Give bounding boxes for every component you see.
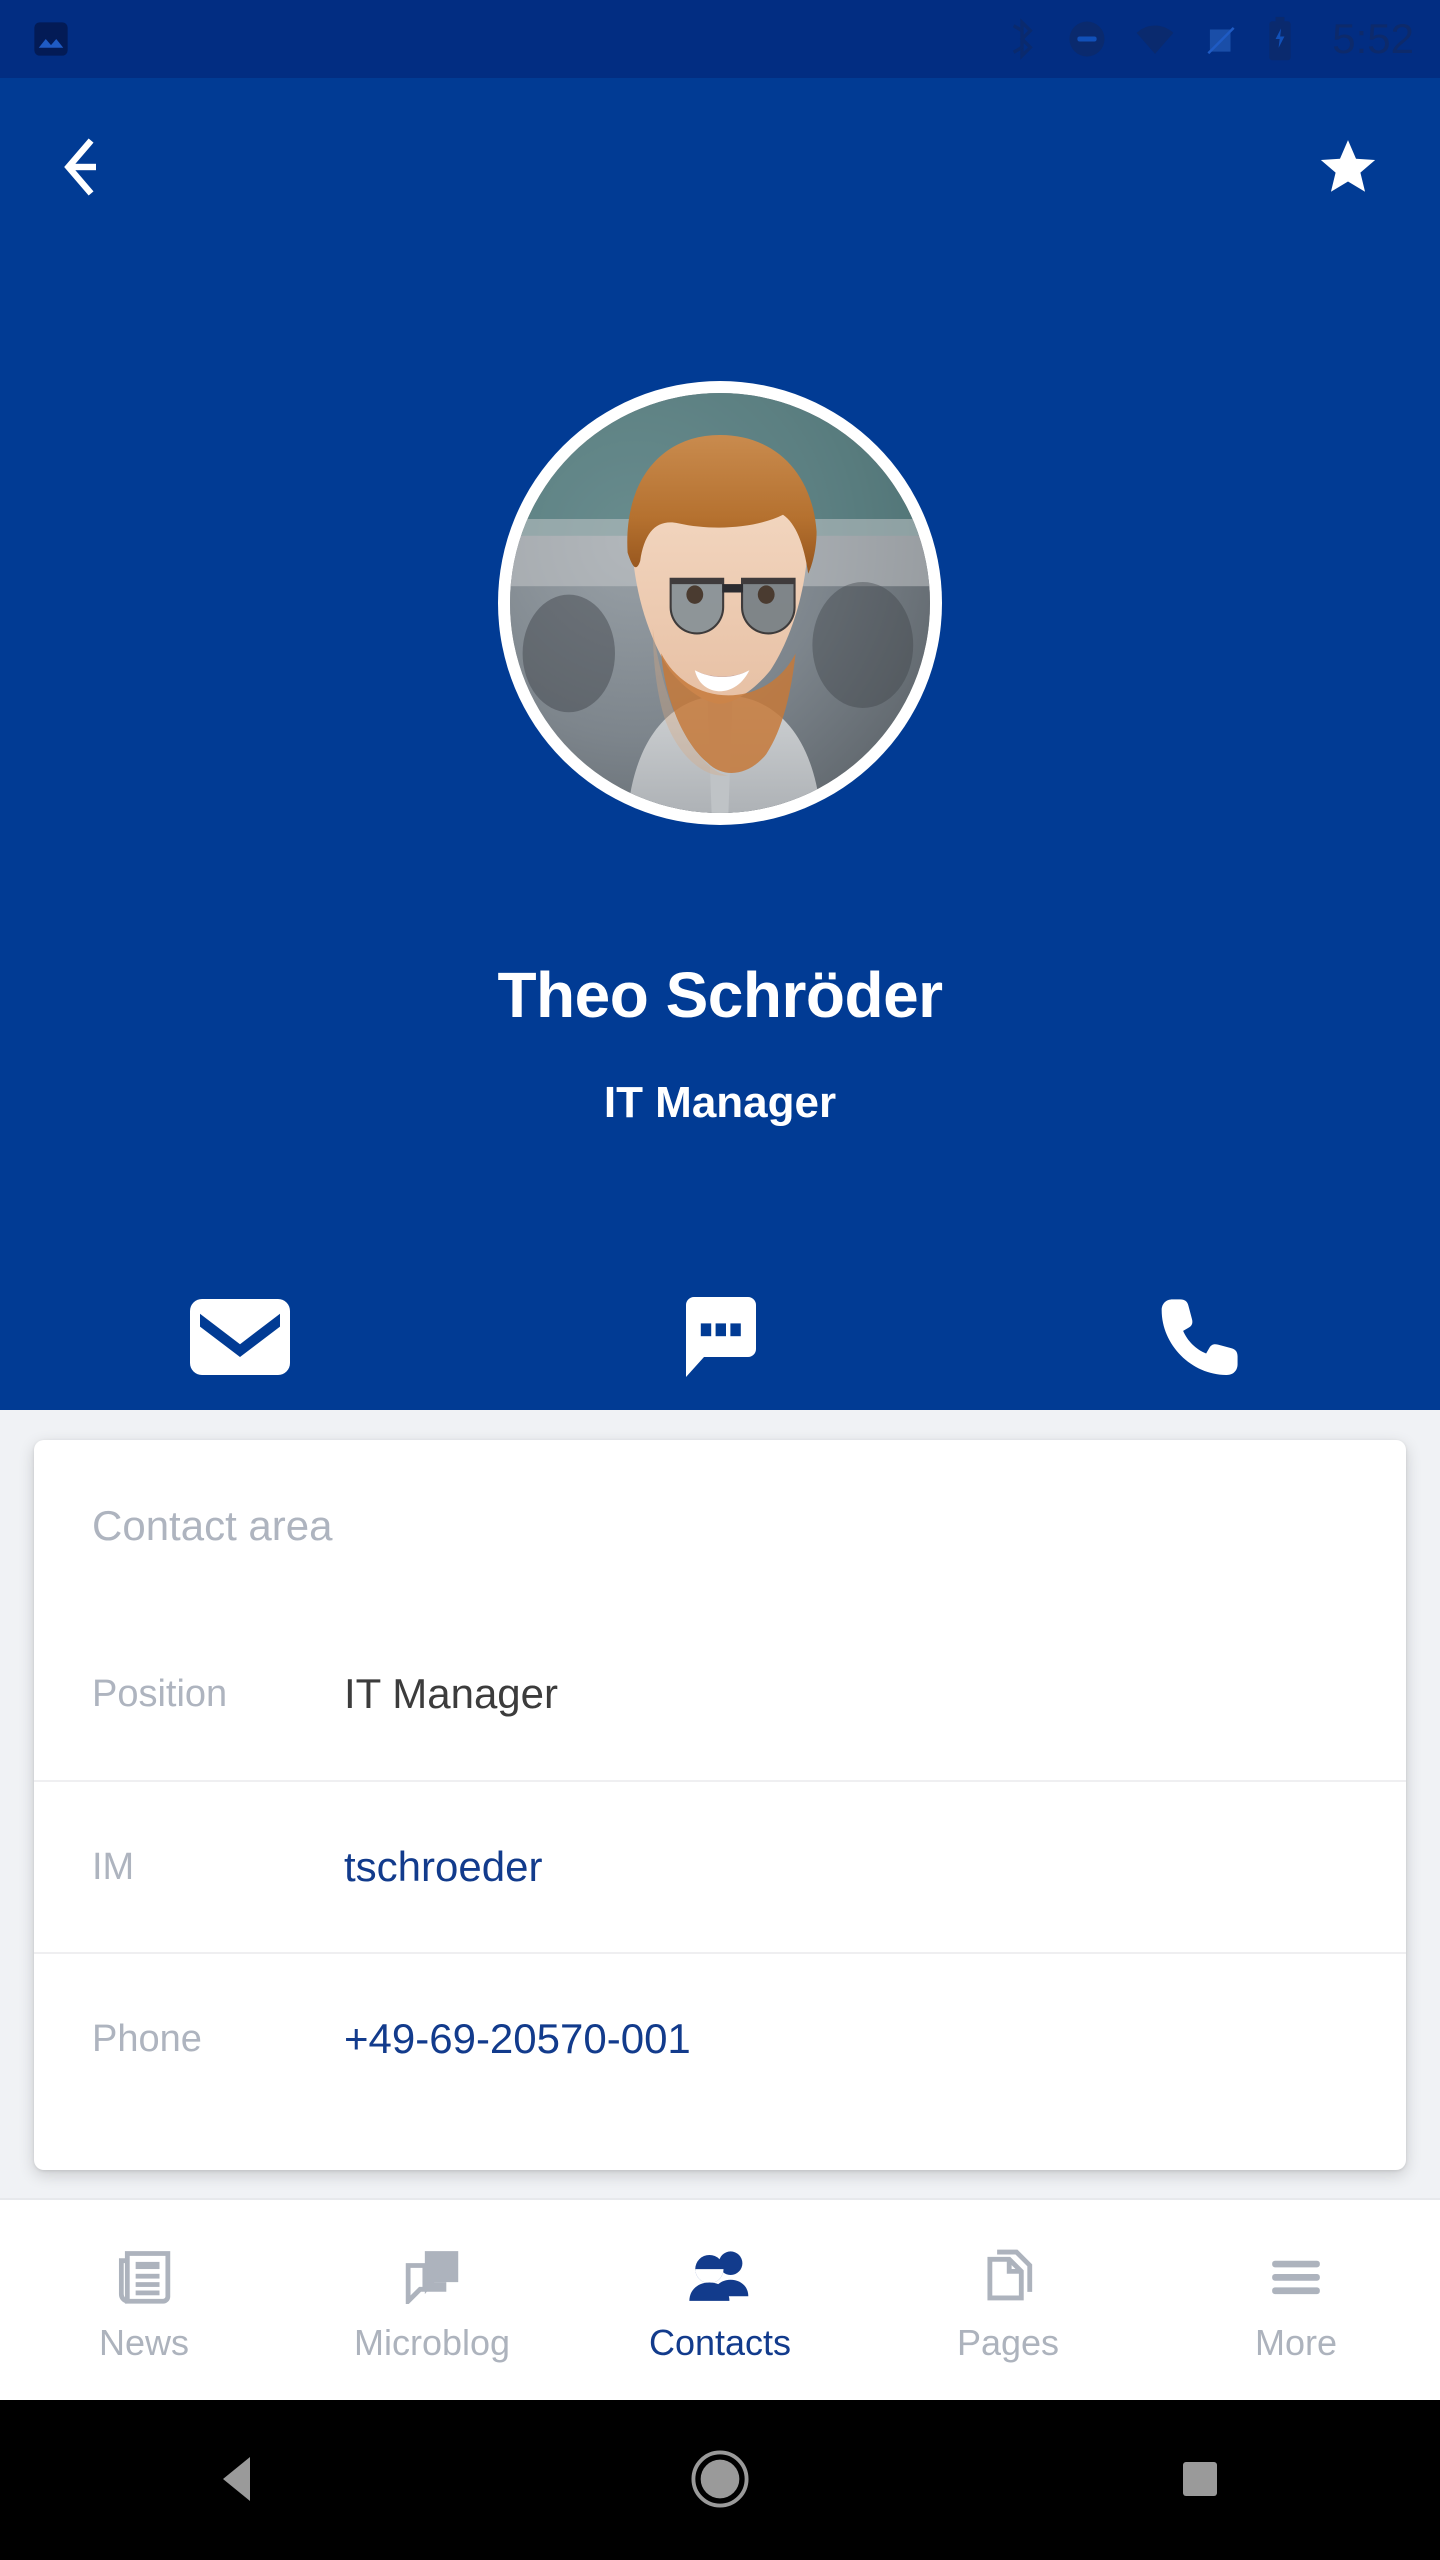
avatar	[510, 393, 930, 813]
row-label-im: IM	[92, 1845, 135, 1888]
image-icon	[30, 18, 72, 60]
document-icon	[979, 2242, 1037, 2304]
tab-pages[interactable]: Pages	[864, 2236, 1152, 2364]
call-action-button[interactable]	[1146, 1283, 1254, 1394]
android-recents-button[interactable]	[1090, 2400, 1310, 2560]
back-button[interactable]	[62, 137, 134, 200]
chat-bubble-icon	[676, 1293, 764, 1384]
message-action-cell	[480, 1285, 960, 1392]
android-home-button[interactable]	[610, 2400, 830, 2560]
card-title: Contact area	[92, 1502, 333, 1549]
row-label-phone: Phone	[92, 2017, 202, 2060]
message-action-button[interactable]	[668, 1285, 772, 1392]
tab-label-news: News	[98, 2322, 190, 2363]
signal-off-icon	[1202, 18, 1240, 60]
profile-header: Theo Schröder IT Manager	[0, 78, 1440, 1410]
row-value-phone[interactable]: +49-69-20570-001	[344, 2015, 691, 2063]
android-back-button[interactable]	[130, 2400, 350, 2560]
app-screen: 5:52 Theo Schröder IT Manager Contact ar…	[0, 0, 1440, 2560]
tab-microblog[interactable]: Microblog	[288, 2236, 576, 2364]
status-bar-clock: 5:52	[1332, 15, 1414, 62]
status-bar-left	[30, 18, 72, 60]
arrow-left-icon	[62, 137, 134, 200]
tab-news[interactable]: News	[0, 2236, 288, 2364]
email-action-cell	[0, 1289, 480, 1388]
circle-home-icon	[691, 2449, 749, 2511]
do-not-disturb-icon	[1066, 18, 1108, 60]
triangle-back-icon	[218, 2454, 262, 2507]
tab-contacts[interactable]: Contacts	[576, 2236, 864, 2364]
avatar-photo	[510, 393, 930, 813]
chat-bubbles-icon	[401, 2242, 463, 2304]
tab-label-pages: Pages	[956, 2322, 1060, 2363]
tab-label-more: More	[1254, 2322, 1338, 2363]
row-value-position: IT Manager	[344, 1670, 558, 1717]
envelope-icon	[188, 1297, 292, 1380]
table-row[interactable]: IM tschroeder	[34, 1780, 1406, 1952]
table-row: Position IT Manager	[34, 1608, 1406, 1780]
square-recents-icon	[1178, 2457, 1222, 2504]
header-toolbar	[0, 78, 1440, 258]
status-bar-right: 5:52	[1002, 15, 1414, 63]
android-navigation-bar	[0, 2400, 1440, 2560]
tab-label-contacts: Contacts	[648, 2322, 792, 2363]
star-icon	[1316, 136, 1380, 201]
bluetooth-icon	[1002, 17, 1042, 61]
phone-icon	[1154, 1291, 1246, 1386]
email-action-button[interactable]	[180, 1289, 300, 1388]
row-value-im[interactable]: tschroeder	[344, 1843, 542, 1891]
people-icon	[687, 2242, 753, 2304]
avatar-ring	[498, 381, 942, 825]
tab-more[interactable]: More	[1152, 2236, 1440, 2364]
row-label-position: Position	[92, 1672, 228, 1715]
status-bar: 5:52	[0, 0, 1440, 78]
quick-actions	[0, 1283, 1440, 1394]
wifi-icon	[1132, 18, 1178, 60]
tab-label-microblog: Microblog	[353, 2322, 511, 2363]
contact-job-title: IT Manager	[603, 1078, 837, 1127]
battery-charging-icon	[1264, 16, 1296, 62]
bottom-tab-bar: News Microblog Contacts Pages More	[0, 2198, 1440, 2400]
contact-name: Theo Schröder	[497, 959, 943, 1031]
newspaper-icon	[113, 2242, 175, 2304]
contact-details-card: Contact area Position IT Manager IM tsch…	[34, 1440, 1406, 2170]
table-row[interactable]: Phone +49-69-20570-001	[34, 1952, 1406, 2124]
call-action-cell	[960, 1283, 1440, 1394]
hamburger-icon	[1265, 2242, 1327, 2304]
favorite-button[interactable]	[1316, 136, 1380, 201]
contact-rows: Position IT Manager IM tschroeder Phone …	[34, 1608, 1406, 2124]
